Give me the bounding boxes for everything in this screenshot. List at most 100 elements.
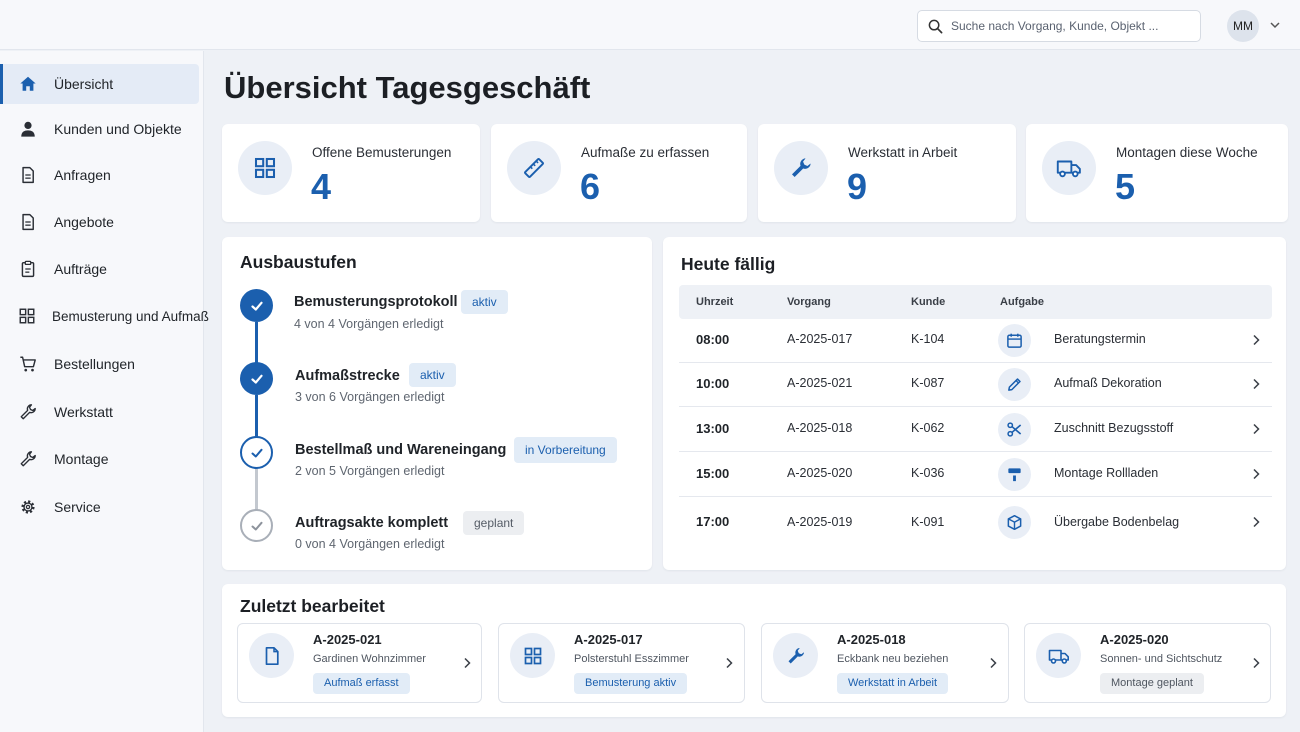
section-title: Zuletzt bearbeitet [240,596,385,616]
column-header: Kunde [911,296,946,308]
cell-id: A-2025-019 [787,515,853,529]
table-row[interactable]: 10:00 A-2025-021 K-087 Aufmaß Dekoration [679,362,1272,407]
stage-done-icon [240,362,273,395]
stat-card[interactable]: Montagen diese Woche 5 [1026,124,1288,222]
sidebar-item-bemusterung[interactable]: Bemusterung und Aufmaß [0,296,209,336]
sidebar-item-label: Kunden und Objekte [54,121,182,137]
stage-progress: 0 von 4 Vorgängen erledigt [295,537,445,551]
sidebar-item-label: Montage [54,451,109,467]
sidebar-item-label: Übersicht [54,76,114,92]
chevron-right-icon[interactable] [1251,516,1261,528]
avatar[interactable]: MM [1227,10,1259,42]
cell-customer: K-104 [911,332,945,346]
table-row[interactable]: 08:00 A-2025-017 K-104 Beratungstermin [679,318,1272,363]
truck-icon [1042,141,1096,195]
cell-task: Aufmaß Dekoration [1054,376,1162,390]
calendar-icon [998,324,1031,357]
stage-connector [255,468,258,510]
sidebar-item-label: Bemusterung und Aufmaß [52,308,209,324]
column-header: Vorgang [787,296,831,308]
cell-time: 10:00 [696,376,730,391]
section-title: Ausbaustufen [240,252,357,272]
top-bar: MM [0,0,1300,50]
grid-icon [238,141,292,195]
stage-name: Bemusterungsprotokoll [294,294,458,310]
cell-customer: K-091 [911,515,945,529]
truck-icon [1036,633,1081,678]
stat-card[interactable]: Werkstatt in Arbeit 9 [758,124,1016,222]
document-icon [18,165,38,185]
stat-value: 4 [311,166,332,207]
grid-icon [510,633,555,678]
stat-label: Aufmaße zu erfassen [581,145,710,160]
chevron-right-icon[interactable] [1251,657,1261,669]
sidebar-item-montage[interactable]: Montage [0,439,199,479]
search-input[interactable] [951,19,1181,33]
table-row[interactable]: 13:00 A-2025-018 K-062 Zuschnitt Bezugss… [679,407,1272,452]
status-badge: aktiv [409,363,456,387]
stage-name: Aufmaßstrecke [295,368,400,384]
sidebar-item-label: Aufträge [54,261,107,277]
stat-value: 6 [580,166,601,207]
chevron-right-icon[interactable] [724,657,734,669]
stage-progress: 4 von 4 Vorgängen erledigt [294,317,444,331]
cell-task: Montage Rollladen [1054,466,1159,480]
sidebar-item-service[interactable]: Service [0,487,199,527]
cell-customer: K-036 [911,466,945,480]
sidebar-item-werkstatt[interactable]: Werkstatt [0,392,199,432]
table-row[interactable]: 17:00 A-2025-019 K-091 Übergabe Bodenbel… [679,498,1272,546]
stat-label: Offene Bemusterungen [312,145,452,160]
stat-value: 5 [1115,166,1136,207]
stage-progress-icon [240,436,273,469]
status-badge: Werkstatt in Arbeit [837,673,949,694]
ruler-icon [507,141,561,195]
sidebar-item-label: Service [54,499,101,515]
stage-progress: 2 von 5 Vorgängen erledigt [295,464,445,478]
recent-item[interactable]: A-2025-020 Sonnen- und Sichtschutz Monta… [1024,623,1271,703]
sidebar-item-uebersicht[interactable]: Übersicht [0,64,199,104]
status-badge: Aufmaß erfasst [313,673,410,694]
paint-roller-icon [998,458,1031,491]
cell-id: A-2025-021 [787,376,853,390]
document-icon [18,212,38,232]
recent-item[interactable]: A-2025-021 Gardinen Wohnzimmer Aufmaß er… [237,623,482,703]
cell-time: 15:00 [696,466,730,481]
cell-task: Übergabe Bodenbelag [1054,515,1180,529]
search-icon [928,19,943,34]
cell-id: A-2025-018 [787,421,853,435]
recent-item[interactable]: A-2025-018 Eckbank neu beziehen Werkstat… [761,623,1009,703]
sidebar-item-angebote[interactable]: Angebote [0,202,199,242]
grid-icon [18,306,36,326]
chevron-right-icon[interactable] [1251,423,1261,435]
chevron-right-icon[interactable] [462,657,472,669]
stat-card[interactable]: Offene Bemusterungen 4 [222,124,480,222]
cell-customer: K-062 [911,421,945,435]
recent-item[interactable]: A-2025-017 Polsterstuhl Esszimmer Bemust… [498,623,745,703]
cell-time: 13:00 [696,421,730,436]
box-icon [998,506,1031,539]
wrench-icon [18,449,38,469]
sidebar-item-anfragen[interactable]: Anfragen [0,155,199,195]
stage-name: Auftragsakte komplett [295,515,449,531]
sidebar-item-label: Werkstatt [54,404,113,420]
search-box[interactable] [917,10,1201,42]
home-icon [18,74,38,94]
stat-label: Werkstatt in Arbeit [848,145,958,160]
chevron-right-icon[interactable] [1251,468,1261,480]
stage-progress: 3 von 6 Vorgängen erledigt [295,390,445,404]
sidebar-item-kunden[interactable]: Kunden und Objekte [0,109,199,149]
chevron-right-icon[interactable] [1251,378,1261,390]
status-badge: Montage geplant [1100,673,1204,694]
table-header: Uhrzeit Vorgang Kunde Aufgabe [679,285,1272,319]
table-row[interactable]: 15:00 A-2025-020 K-036 Montage Rollladen [679,452,1272,497]
chevron-right-icon[interactable] [988,657,998,669]
recent-item-id: A-2025-018 [837,632,906,647]
stat-card[interactable]: Aufmaße zu erfassen 6 [491,124,747,222]
cell-id: A-2025-020 [787,466,853,480]
sidebar-item-auftraege[interactable]: Aufträge [0,249,199,289]
sidebar-item-bestellungen[interactable]: Bestellungen [0,344,199,384]
chevron-right-icon[interactable] [1251,334,1261,346]
chevron-down-icon[interactable] [1269,19,1281,31]
sidebar-item-label: Bestellungen [54,356,135,372]
status-badge: in Vorbereitung [514,437,617,463]
